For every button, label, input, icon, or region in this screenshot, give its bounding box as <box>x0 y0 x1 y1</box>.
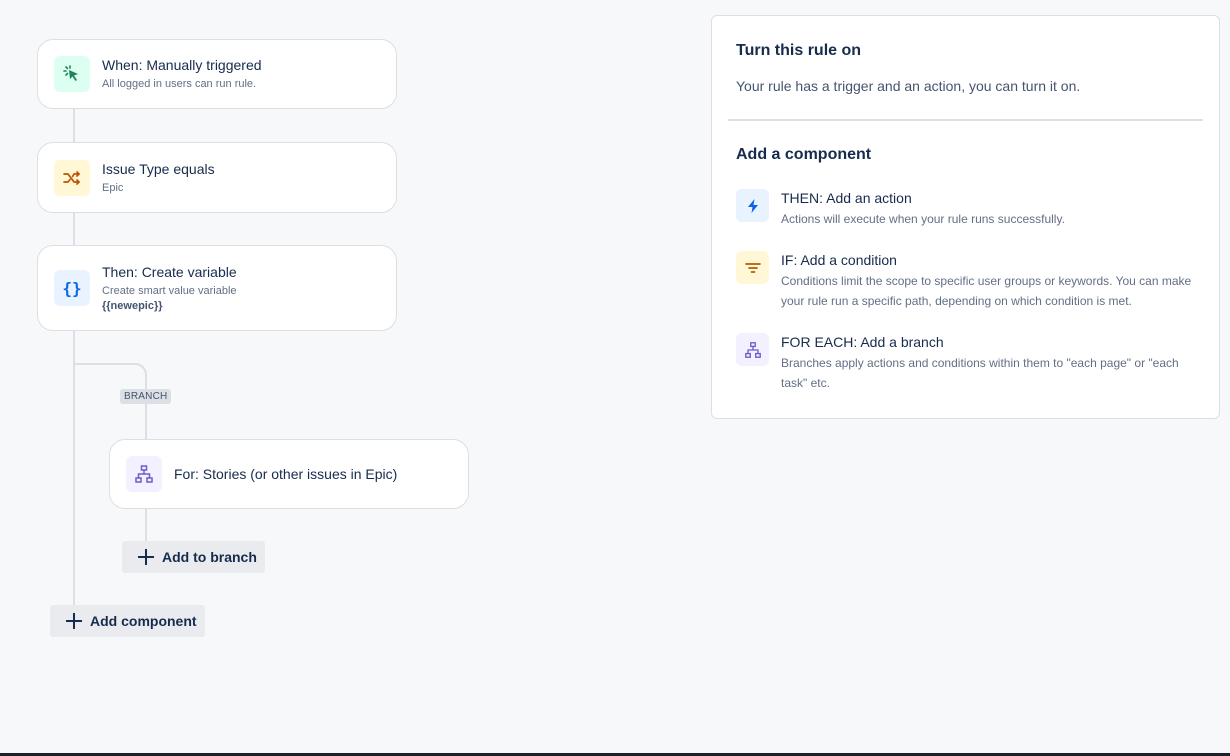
action-variable-name: {{newepic}} <box>102 300 163 312</box>
component-option-title: FOR EACH: Add a branch <box>781 334 944 350</box>
plus-icon <box>66 613 82 629</box>
connector-line <box>73 212 75 246</box>
condition-card[interactable]: Issue Type equals Epic <box>37 142 397 213</box>
panel-divider <box>728 119 1203 121</box>
action-subtitle: Create smart value variable <box>102 285 237 297</box>
component-option-description: Branches apply actions and conditions wi… <box>781 356 1179 390</box>
action-title: Then: Create variable <box>102 264 237 280</box>
component-option-action[interactable]: THEN: Add an action Actions will execute… <box>736 189 1199 229</box>
connector-line <box>73 109 75 143</box>
lightning-icon <box>736 189 769 222</box>
component-option-branch[interactable]: FOR EACH: Add a branch Branches apply ac… <box>736 333 1199 393</box>
trigger-card[interactable]: When: Manually triggered All logged in u… <box>37 39 397 109</box>
add-component-label: Add component <box>90 613 197 629</box>
filter-icon <box>736 251 769 284</box>
connector-line <box>145 508 147 542</box>
add-component-heading: Add a component <box>736 146 872 163</box>
branch-icon <box>736 333 769 366</box>
panel-description: Your rule has a trigger and an action, y… <box>736 78 1081 94</box>
add-to-branch-button[interactable]: Add to branch <box>122 541 265 573</box>
component-option-title: THEN: Add an action <box>781 190 912 206</box>
connector-line <box>145 403 147 440</box>
condition-subtitle: Epic <box>102 181 124 194</box>
shuffle-icon <box>54 159 90 196</box>
component-option-description: Actions will execute when your rule runs… <box>781 212 1065 226</box>
plus-icon <box>138 549 154 565</box>
add-component-button[interactable]: Add component <box>50 605 205 637</box>
component-option-description: Conditions limit the scope to specific u… <box>781 274 1192 308</box>
branch-title: For: Stories (or other issues in Epic) <box>174 466 398 482</box>
trigger-title: When: Manually triggered <box>102 57 262 73</box>
action-card[interactable]: {} Then: Create variable Create smart va… <box>37 245 397 331</box>
add-to-branch-label: Add to branch <box>162 549 257 565</box>
panel-heading: Turn this rule on <box>736 42 862 59</box>
component-option-condition[interactable]: IF: Add a condition Conditions limit the… <box>736 251 1199 311</box>
trigger-subtitle: All logged in users can run rule. <box>102 78 257 90</box>
condition-title: Issue Type equals <box>102 160 215 177</box>
cursor-click-icon <box>54 56 90 92</box>
branch-label: BRANCH <box>120 389 172 404</box>
branch-card[interactable]: For: Stories (or other issues in Epic) <box>109 439 469 509</box>
branch-icon <box>126 456 162 492</box>
component-option-title: IF: Add a condition <box>781 252 897 268</box>
curly-braces-icon: {} <box>54 270 90 306</box>
rule-panel: Turn this rule on Your rule has a trigge… <box>711 15 1220 419</box>
